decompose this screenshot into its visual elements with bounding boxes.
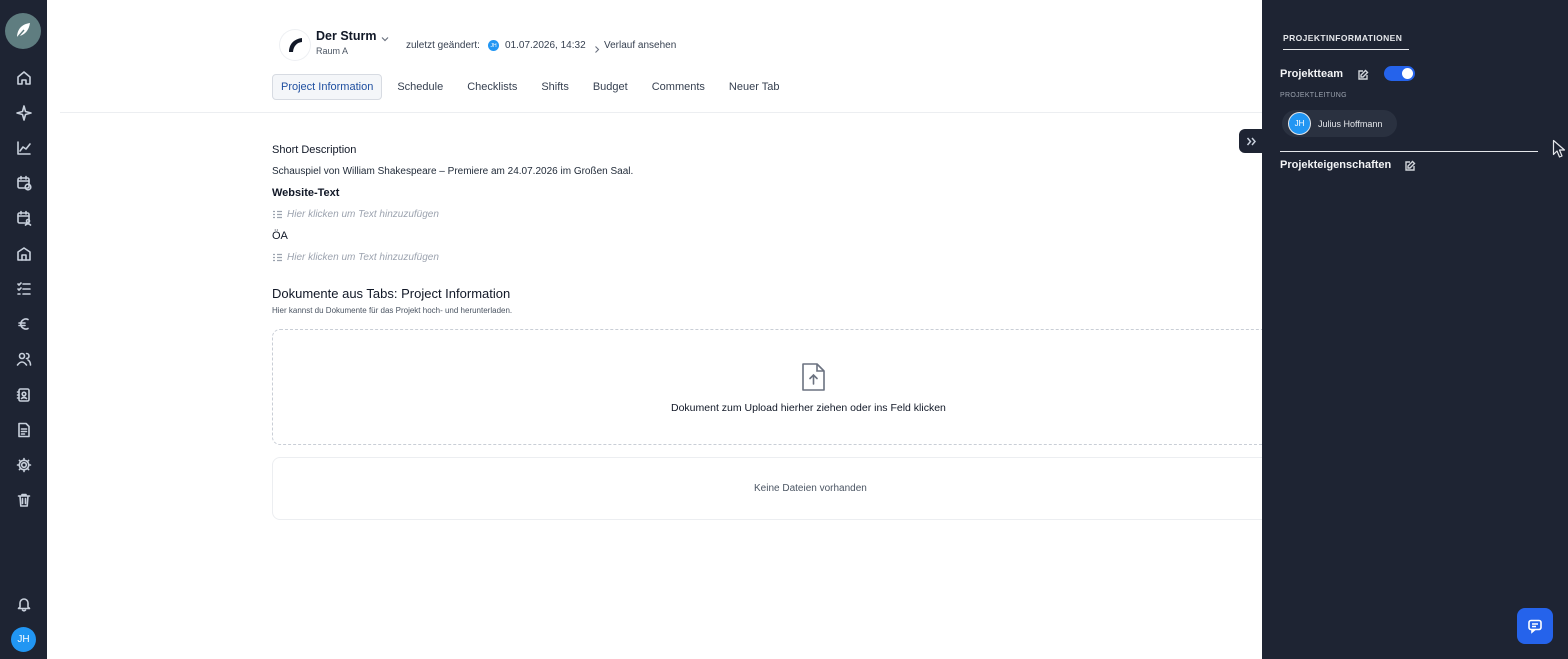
sparkle-icon[interactable]	[12, 101, 35, 124]
bell-icon[interactable]	[12, 592, 35, 615]
chat-button[interactable]	[1517, 608, 1553, 644]
tab-checklists[interactable]: Checklists	[458, 74, 526, 100]
tab-budget[interactable]: Budget	[584, 74, 637, 100]
member-name: Julius Hoffmann	[1318, 118, 1383, 129]
calendar-clock-icon[interactable]	[12, 171, 35, 194]
building-icon[interactable]	[12, 242, 35, 265]
tabs-divider	[60, 112, 1262, 113]
project-logo-icon	[280, 30, 310, 60]
nav-rail: JH	[0, 0, 47, 659]
tab-comments[interactable]: Comments	[643, 74, 714, 100]
chart-icon[interactable]	[12, 136, 35, 159]
contacts-icon[interactable]	[12, 383, 35, 406]
member-avatar: JH	[1288, 112, 1311, 135]
tab-shifts[interactable]: Shifts	[532, 74, 578, 100]
document-icon[interactable]	[12, 418, 35, 441]
panel-divider	[1280, 151, 1538, 152]
dropzone-text: Dokument zum Upload hierher ziehen oder …	[671, 402, 946, 414]
project-name[interactable]: Der Sturm	[316, 29, 376, 43]
last-changed-label: zuletzt geändert:	[406, 40, 480, 51]
chevrons-right-icon	[1246, 137, 1256, 145]
team-heading: Projektteam	[1280, 68, 1343, 80]
user-avatar[interactable]: JH	[11, 627, 36, 652]
chat-icon	[1528, 619, 1542, 634]
website-text-label: Website-Text	[272, 187, 340, 199]
users-icon[interactable]	[12, 347, 35, 370]
toggle-knob	[1402, 68, 1413, 79]
oa-label: ÖA	[272, 230, 288, 242]
files-list: Keine Dateien vorhanden	[272, 457, 1262, 520]
documents-subtitle: Hier kannst du Dokumente für das Projekt…	[272, 306, 513, 315]
tab-project-information[interactable]: Project Information	[272, 74, 383, 100]
feather-logo-icon[interactable]	[5, 13, 41, 49]
tab-bar: Project Information Schedule Checklists …	[272, 73, 794, 101]
website-text-placeholder[interactable]: Hier klicken um Text hinzuzufügen	[272, 209, 439, 220]
history-link[interactable]: Verlauf ansehen	[604, 40, 676, 51]
oa-placeholder-text: Hier klicken um Text hinzuzufügen	[287, 252, 439, 263]
website-text-placeholder-text: Hier klicken um Text hinzuzufügen	[287, 209, 439, 220]
collapse-panel-button[interactable]	[1239, 129, 1263, 153]
text-lines-icon	[273, 253, 282, 262]
upload-dropzone[interactable]: Dokument zum Upload hierher ziehen oder …	[272, 329, 1262, 445]
text-lines-icon	[273, 210, 282, 219]
mouse-cursor-icon	[1552, 139, 1566, 159]
short-description-value[interactable]: Schauspiel von William Shakespeare – Pre…	[272, 166, 633, 177]
tab-schedule[interactable]: Schedule	[388, 74, 452, 100]
checklist-icon[interactable]	[12, 277, 35, 300]
tab-neuer-tab[interactable]: Neuer Tab	[720, 74, 789, 100]
short-description-label: Short Description	[272, 144, 357, 156]
project-lead-label: PROJEKTLEITUNG	[1280, 92, 1347, 99]
chevron-right-icon	[593, 41, 601, 53]
calendar-user-icon[interactable]	[12, 206, 35, 229]
panel-tab-project-info[interactable]: PROJEKTINFORMATIONEN	[1283, 33, 1409, 50]
chevron-down-icon[interactable]	[380, 31, 390, 42]
euro-icon[interactable]	[12, 312, 35, 335]
last-changed-date: 01.07.2026, 14:32	[505, 40, 586, 51]
properties-heading: Projekteigenschaften	[1280, 159, 1392, 171]
file-upload-icon	[801, 362, 826, 392]
edit-properties-icon[interactable]	[1404, 159, 1416, 171]
project-info-panel: PROJEKTINFORMATIONEN Projektteam PROJEKT…	[1262, 0, 1568, 659]
home-icon[interactable]	[12, 66, 35, 89]
project-room: Raum A	[316, 46, 349, 56]
documents-title: Dokumente aus Tabs: Project Information	[272, 286, 511, 301]
team-toggle[interactable]	[1384, 66, 1415, 81]
team-member-chip[interactable]: JH Julius Hoffmann	[1282, 110, 1397, 137]
oa-placeholder[interactable]: Hier klicken um Text hinzuzufügen	[272, 252, 439, 263]
edit-team-icon[interactable]	[1357, 68, 1369, 80]
trash-icon[interactable]	[12, 488, 35, 511]
gear-icon[interactable]	[12, 453, 35, 476]
files-empty-text: Keine Dateien vorhanden	[754, 483, 867, 494]
main-content: Der Sturm Raum A zuletzt geändert: JH 01…	[47, 0, 1262, 659]
changed-by-avatar: JH	[488, 40, 499, 51]
